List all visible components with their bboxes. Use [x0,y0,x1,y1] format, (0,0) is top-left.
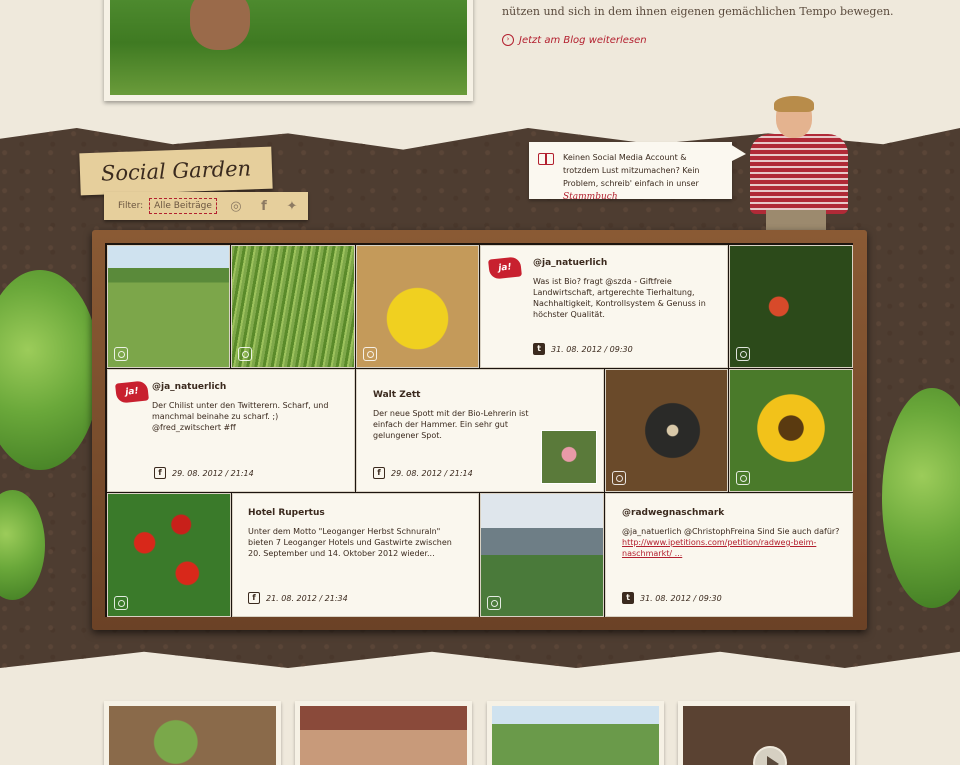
facebook-icon[interactable]: f [255,197,273,215]
post-tile[interactable]: ja! @ja_natuerlich Der Chilist unter den… [107,369,355,492]
post-meta: f 29. 08. 2012 / 21:14 [154,467,254,479]
post-tile[interactable]: Hotel Rupertus Unter dem Motto "Leogange… [232,493,479,617]
photo-tile-salad[interactable] [107,493,231,617]
photo-tile-sunflower[interactable] [729,369,853,492]
arrow-circle-icon: › [502,34,514,46]
social-garden-title: Social Garden [79,146,273,196]
post-author: Walt Zett [373,390,421,400]
ja-logo: ja! [488,256,522,280]
filter-label: Filter: [118,201,144,211]
book-icon [538,153,554,165]
post-meta: f 21. 08. 2012 / 21:34 [248,592,348,604]
post-link[interactable]: http://www.ipetitions.com/petition/radwe… [622,538,816,558]
photo-tile-pigs[interactable] [107,245,230,368]
post-body: @ja_natuerlich @ChristophFreina Sind Sie… [622,526,840,559]
photo-tile-grass[interactable] [231,245,355,368]
instagram-icon[interactable]: ◎ [227,197,245,215]
post-tile[interactable]: @radwegnaschmark @ja_natuerlich @Christo… [605,493,853,617]
instagram-icon [114,347,128,361]
instagram-icon [487,596,501,610]
photo-tile-food[interactable] [605,369,728,492]
post-date: 29. 08. 2012 / 21:14 [391,468,473,478]
instagram-icon [363,347,377,361]
stammbuch-bubble: Keinen Social Media Account & trotzdem L… [529,142,746,202]
post-body: Der neue Spott mit der Bio-Lehrerin ist … [373,409,529,440]
instagram-icon [238,347,252,361]
blog-text: nützen und sich in dem ihnen eigenen gem… [502,5,894,18]
instagram-icon [114,596,128,610]
post-author: @ja_natuerlich [533,258,608,268]
bottom-thumb-people[interactable] [295,701,472,765]
facebook-icon: f [248,592,260,604]
blog-read-more-link[interactable]: › Jetzt am Blog weiterlesen [502,34,647,46]
play-icon[interactable] [753,746,787,765]
instagram-icon [736,347,750,361]
filter-bar: Filter: Alle Beiträge ◎ f ✦ [104,192,308,220]
farmer-figure [740,96,858,230]
post-date: 29. 08. 2012 / 21:14 [172,468,254,478]
filter-select[interactable]: Alle Beiträge [149,198,217,214]
facebook-icon: f [154,467,166,479]
post-author: @ja_natuerlich [152,382,227,392]
bottom-thumb-man[interactable] [487,701,664,765]
hero-photo [104,0,473,101]
post-tile[interactable]: Walt Zett Der neue Spott mit der Bio-Leh… [356,369,604,492]
bottom-thumb-video[interactable] [678,701,855,765]
twitter-icon: t [622,592,634,604]
twitter-icon: t [533,343,545,355]
post-body: Der Chilist unter den Twitterern. Scharf… [152,401,329,432]
post-author: Hotel Rupertus [248,508,325,518]
instagram-icon [612,471,626,485]
post-meta: t 31. 08. 2012 / 09:30 [622,592,722,604]
post-date: 21. 08. 2012 / 21:34 [266,593,348,603]
post-body: Was ist Bio? fragt @szda - Giftfreie Lan… [533,277,706,319]
post-date: 31. 08. 2012 / 09:30 [551,344,633,354]
stammbuch-link[interactable]: Stammbuch [563,192,618,202]
post-date: 31. 08. 2012 / 09:30 [640,593,722,603]
facebook-icon: f [373,467,385,479]
post-tile[interactable]: ja! @ja_natuerlich Was ist Bio? fragt @s… [480,245,728,368]
post-thumbnail[interactable] [541,430,597,484]
post-meta: f 29. 08. 2012 / 21:14 [373,467,473,479]
bubble-text: Keinen Social Media Account & trotzdem L… [563,153,700,188]
pig-image [190,0,250,50]
bottom-thumb-seedling[interactable] [104,701,281,765]
photo-tile-valley[interactable] [480,493,604,617]
post-body: Unter dem Motto "Leoganger Herbst Schnur… [248,527,452,558]
photo-tile-tomato[interactable] [356,245,479,368]
twitter-icon[interactable]: ✦ [283,197,301,215]
post-text: @ja_natuerlich @ChristophFreina Sind Sie… [622,527,840,536]
blog-link-label: Jetzt am Blog weiterlesen [519,34,647,46]
instagram-icon [736,471,750,485]
post-author: @radwegnaschmark [622,508,725,518]
photo-tile-tomato-plant[interactable] [729,245,853,368]
ja-logo: ja! [115,380,149,404]
post-meta: t 31. 08. 2012 / 09:30 [533,343,633,355]
